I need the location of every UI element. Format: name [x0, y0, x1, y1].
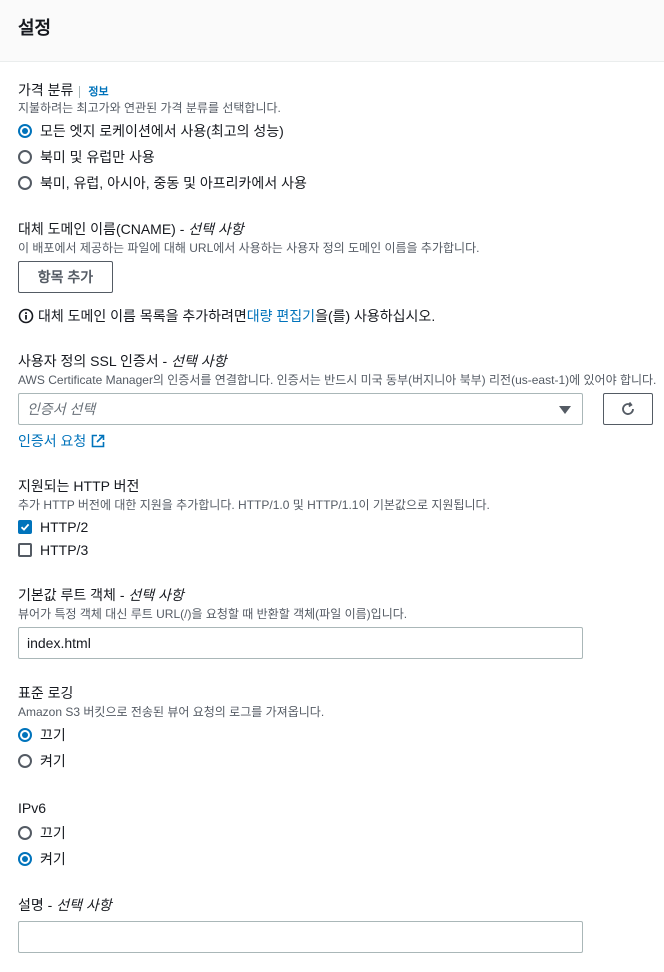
certificate-select-placeholder: 인증서 선택	[27, 401, 96, 417]
http2-label: HTTP/2	[40, 519, 89, 535]
root-object-label: 기본값 루트 객체 - 선택 사항	[18, 586, 184, 604]
price-class-option-na-eu[interactable]: 북미 및 유럽만 사용	[18, 147, 155, 167]
ipv6-option-label: 켜기	[40, 851, 66, 867]
radio-icon[interactable]	[18, 754, 32, 768]
radio-icon[interactable]	[18, 826, 32, 840]
price-class-info-link[interactable]: 정보	[79, 86, 109, 98]
external-link-icon	[91, 434, 105, 448]
checkbox-icon[interactable]	[18, 543, 32, 557]
logging-label: 표준 로깅	[18, 685, 74, 701]
logging-option-label: 끄기	[40, 727, 66, 743]
cname-optional-text: 선택 사항	[188, 221, 244, 237]
logging-option-on[interactable]: 켜기	[18, 751, 66, 771]
http-versions-description: 추가 HTTP 버전에 대한 지원을 추가합니다. HTTP/1.0 및 HTT…	[18, 498, 490, 512]
description-label-text: 설명 -	[18, 897, 57, 913]
caret-down-icon	[559, 406, 571, 414]
root-object-label-text: 기본값 루트 객체 -	[18, 587, 129, 603]
radio-selected-icon[interactable]	[18, 728, 32, 742]
http2-checkbox-row[interactable]: HTTP/2	[18, 517, 88, 537]
cname-label-text: 대체 도메인 이름(CNAME) -	[18, 221, 189, 237]
description-optional-text: 선택 사항	[56, 897, 112, 913]
ssl-label: 사용자 정의 SSL 인증서 - 선택 사항	[18, 352, 227, 370]
root-object-description: 뷰어가 특정 객체 대신 루트 URL(/)을 요청할 때 반환할 객체(파일 …	[18, 607, 408, 621]
price-class-option-label: 북미, 유럽, 아시아, 중동 및 아프리카에서 사용	[40, 175, 307, 191]
radio-selected-icon[interactable]	[18, 124, 32, 138]
add-item-button[interactable]: 항목 추가	[18, 261, 113, 293]
settings-header: 설정	[0, 0, 664, 62]
root-object-input[interactable]: index.html	[18, 627, 583, 659]
http3-label: HTTP/3	[40, 542, 89, 558]
logging-option-label: 켜기	[40, 753, 66, 769]
price-class-label-text: 가격 분류	[18, 82, 74, 98]
checkmark-icon	[20, 523, 30, 531]
logging-description: Amazon S3 버킷으로 전송된 뷰어 요청의 로그를 가져옵니다.	[18, 705, 325, 719]
description-input[interactable]	[18, 921, 583, 953]
refresh-icon	[622, 401, 634, 415]
logging-option-off[interactable]: 끄기	[18, 725, 66, 745]
ipv6-option-off[interactable]: 끄기	[18, 823, 66, 843]
radio-icon[interactable]	[18, 176, 32, 190]
checkbox-checked-icon[interactable]	[18, 520, 32, 534]
notice-text: 대체 도메인 이름 목록을 추가하려면	[38, 308, 247, 324]
cname-label: 대체 도메인 이름(CNAME) - 선택 사항	[18, 220, 244, 238]
http-versions-label: 지원되는 HTTP 버전	[18, 478, 140, 494]
bulk-editor-link[interactable]: 대량 편집기	[247, 306, 315, 326]
request-certificate-link-text[interactable]: 인증서 요청	[18, 431, 86, 451]
page-title: 설정	[18, 18, 52, 38]
price-class-option-na-eu-asia[interactable]: 북미, 유럽, 아시아, 중동 및 아프리카에서 사용	[18, 173, 307, 193]
ipv6-option-label: 끄기	[40, 825, 66, 841]
price-class-option-label: 북미 및 유럽만 사용	[40, 149, 155, 165]
http3-checkbox-row[interactable]: HTTP/3	[18, 540, 88, 560]
price-class-option-label: 모든 엣지 로케이션에서 사용(최고의 성능)	[40, 123, 284, 139]
root-object-value: index.html	[27, 635, 91, 651]
cname-description: 이 배포에서 제공하는 파일에 대해 URL에서 사용하는 사용자 정의 도메인…	[18, 241, 480, 255]
ssl-optional-text: 선택 사항	[171, 353, 227, 369]
description-label: 설명 - 선택 사항	[18, 896, 112, 914]
cname-bulk-notice: 대체 도메인 이름 목록을 추가하려면 대량 편집기 을(를) 사용하십시오.	[18, 306, 435, 326]
price-class-description: 지불하려는 최고가와 연관된 가격 분류를 선택합니다.	[18, 101, 281, 115]
radio-icon[interactable]	[18, 150, 32, 164]
price-class-label: 가격 분류 정보	[18, 81, 109, 101]
radio-selected-icon[interactable]	[18, 852, 32, 866]
info-icon	[18, 308, 34, 324]
ipv6-label: IPv6	[18, 800, 47, 816]
root-object-optional-text: 선택 사항	[128, 587, 184, 603]
ssl-label-text: 사용자 정의 SSL 인증서 -	[18, 353, 172, 369]
price-class-option-all[interactable]: 모든 엣지 로케이션에서 사용(최고의 성능)	[18, 121, 284, 141]
refresh-certificates-button[interactable]	[603, 393, 653, 425]
ssl-description: AWS Certificate Manager의 인증서를 연결합니다. 인증서…	[18, 373, 657, 387]
ipv6-option-on[interactable]: 켜기	[18, 849, 66, 869]
certificate-select[interactable]: 인증서 선택	[18, 393, 583, 425]
notice-text-end: 을(를) 사용하십시오.	[315, 308, 436, 324]
request-certificate-link[interactable]: 인증서 요청	[18, 431, 105, 451]
